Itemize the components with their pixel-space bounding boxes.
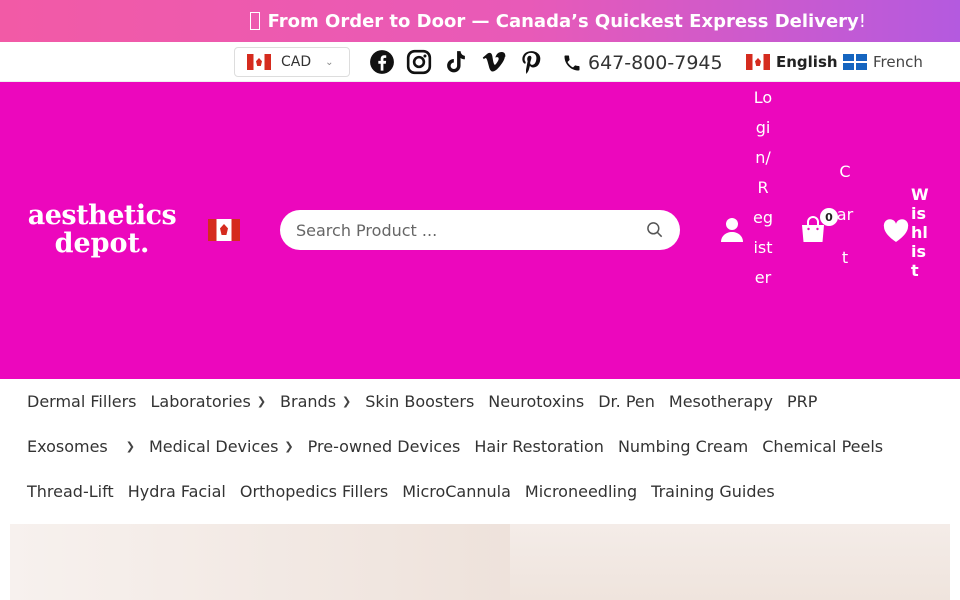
nav-item-label: MicroCannula bbox=[402, 482, 511, 501]
nav-item-label: Numbing Cream bbox=[617, 437, 749, 456]
site-logo[interactable]: aesthetics depot. bbox=[22, 202, 182, 258]
nav-item-mesotherapy[interactable]: Mesotherapy bbox=[669, 392, 773, 411]
nav-item-label: Hair Restoration bbox=[474, 437, 604, 456]
chevron-down-icon: ❯ bbox=[125, 440, 135, 453]
nav-item-microcannula[interactable]: MicroCannula bbox=[402, 482, 511, 501]
nav-item-label: Laboratories bbox=[150, 392, 251, 411]
nav-item-prp[interactable]: PRP bbox=[787, 392, 817, 411]
nav-item-label: Medical Devices bbox=[148, 437, 279, 456]
login-register-link[interactable]: Login/Register bbox=[753, 83, 773, 293]
nav-item-label: Brands bbox=[280, 392, 337, 411]
nav-item-label: Microneedling bbox=[524, 482, 638, 501]
promo-banner: From Order to Door — Canada’s Quickest E… bbox=[0, 0, 960, 42]
nav-item-neurotoxins[interactable]: Neurotoxins bbox=[488, 392, 584, 411]
nav-item-label: Hydra Facial bbox=[127, 482, 226, 501]
chevron-down-icon: ❯ bbox=[342, 395, 352, 408]
chevron-down-icon: ⌄ bbox=[325, 56, 334, 68]
nav-item-label: Exosomes bbox=[27, 437, 108, 456]
chevron-down-icon: ❯ bbox=[284, 440, 294, 453]
main-navigation: Dermal Fillers Laboratories ❯ Brands ❯ Ski… bbox=[0, 379, 960, 524]
canada-flag-icon bbox=[208, 219, 240, 241]
nav-item-dermal-fillers[interactable]: Dermal Fillers bbox=[27, 392, 137, 411]
nav-item-numbing-cream[interactable]: Numbing Cream bbox=[618, 437, 748, 456]
cart-link[interactable]: Cart bbox=[835, 150, 855, 279]
chevron-down-icon: ❯ bbox=[256, 395, 267, 408]
nav-item-dr-pen[interactable]: Dr. Pen bbox=[598, 392, 655, 411]
nav-row-3: Thread-Lift Hydra Facial Orthopedics Fil… bbox=[27, 482, 789, 501]
nav-item-skin-boosters[interactable]: Skin Boosters bbox=[365, 392, 474, 411]
wishlist-link[interactable]: Wishlist bbox=[911, 185, 933, 280]
logo-line-1: aesthetics bbox=[27, 200, 177, 231]
nav-item-brands[interactable]: Brands ❯ bbox=[280, 392, 351, 411]
nav-item-orthopedics-fillers[interactable]: Orthopedics Fillers bbox=[240, 482, 388, 501]
canada-flag-icon bbox=[247, 54, 271, 70]
promo-exclamation: ! bbox=[858, 10, 866, 32]
nav-item-label: PRP bbox=[786, 392, 818, 411]
nav-item-chemical-peels[interactable]: Chemical Peels bbox=[762, 437, 883, 456]
language-french[interactable]: French bbox=[843, 53, 923, 71]
phone-link[interactable]: 647-800-7945 bbox=[562, 52, 723, 74]
site-header: aesthetics depot. Login/Register 0 Cart … bbox=[0, 82, 960, 379]
nav-item-label: Dermal Fillers bbox=[27, 392, 137, 411]
nav-item-label: Training Guides bbox=[651, 482, 775, 501]
canada-flag-icon bbox=[746, 54, 770, 70]
missing-glyph-icon bbox=[249, 12, 260, 30]
nav-item-label: Skin Boosters bbox=[365, 392, 475, 411]
language-english-label: English bbox=[776, 53, 838, 71]
currency-value: CAD bbox=[281, 54, 312, 70]
nav-item-label: Neurotoxins bbox=[488, 392, 585, 411]
nav-item-medical-devices[interactable]: Medical Devices ❯ bbox=[149, 437, 294, 456]
nav-item-exosomes[interactable]: Exosomes ❯ bbox=[27, 437, 135, 456]
top-bar: CAD ⌄ 647-800-7945 English French bbox=[0, 42, 960, 82]
nav-item-hair-restoration[interactable]: Hair Restoration bbox=[474, 437, 604, 456]
language-french-label: French bbox=[873, 53, 923, 71]
currency-selector[interactable]: CAD ⌄ bbox=[234, 47, 350, 77]
nav-row-2: Exosomes ❯ Medical Devices ❯ Pre-owned Dev… bbox=[27, 437, 897, 456]
logo-line-2: depot. bbox=[54, 228, 150, 259]
vimeo-icon[interactable] bbox=[481, 49, 507, 75]
instagram-icon[interactable] bbox=[406, 49, 432, 75]
nav-item-label: Dr. Pen bbox=[598, 392, 655, 411]
nav-item-training-guides[interactable]: Training Guides bbox=[651, 482, 775, 501]
facebook-icon[interactable] bbox=[369, 49, 395, 75]
nav-item-label: Thread-Lift bbox=[27, 482, 114, 501]
promo-text: From Order to Door — Canada’s Quickest E… bbox=[267, 10, 859, 32]
nav-row-1: Dermal Fillers Laboratories ❯ Brands ❯ Ski… bbox=[27, 392, 831, 411]
quebec-flag-icon bbox=[843, 54, 867, 70]
nav-item-label: Chemical Peels bbox=[762, 437, 884, 456]
search-input[interactable] bbox=[280, 210, 680, 250]
tiktok-icon[interactable] bbox=[443, 49, 469, 75]
nav-item-microneedling[interactable]: Microneedling bbox=[525, 482, 637, 501]
pinterest-icon[interactable] bbox=[518, 49, 544, 75]
user-icon[interactable] bbox=[720, 217, 744, 243]
nav-item-hydra-facial[interactable]: Hydra Facial bbox=[128, 482, 226, 501]
phone-number: 647-800-7945 bbox=[588, 52, 723, 74]
phone-icon bbox=[564, 55, 580, 71]
heart-icon[interactable] bbox=[883, 219, 909, 243]
hero-banner-image[interactable] bbox=[10, 524, 950, 600]
nav-item-label: Orthopedics Fillers bbox=[239, 482, 389, 501]
nav-item-pre-owned-devices[interactable]: Pre-owned Devices bbox=[308, 437, 461, 456]
search-icon[interactable] bbox=[645, 220, 665, 240]
nav-item-laboratories[interactable]: Laboratories ❯ bbox=[151, 392, 267, 411]
nav-item-thread-lift[interactable]: Thread-Lift bbox=[27, 482, 114, 501]
language-english[interactable]: English bbox=[746, 53, 838, 71]
nav-item-label: Pre-owned Devices bbox=[307, 437, 461, 456]
nav-item-label: Mesotherapy bbox=[668, 392, 773, 411]
